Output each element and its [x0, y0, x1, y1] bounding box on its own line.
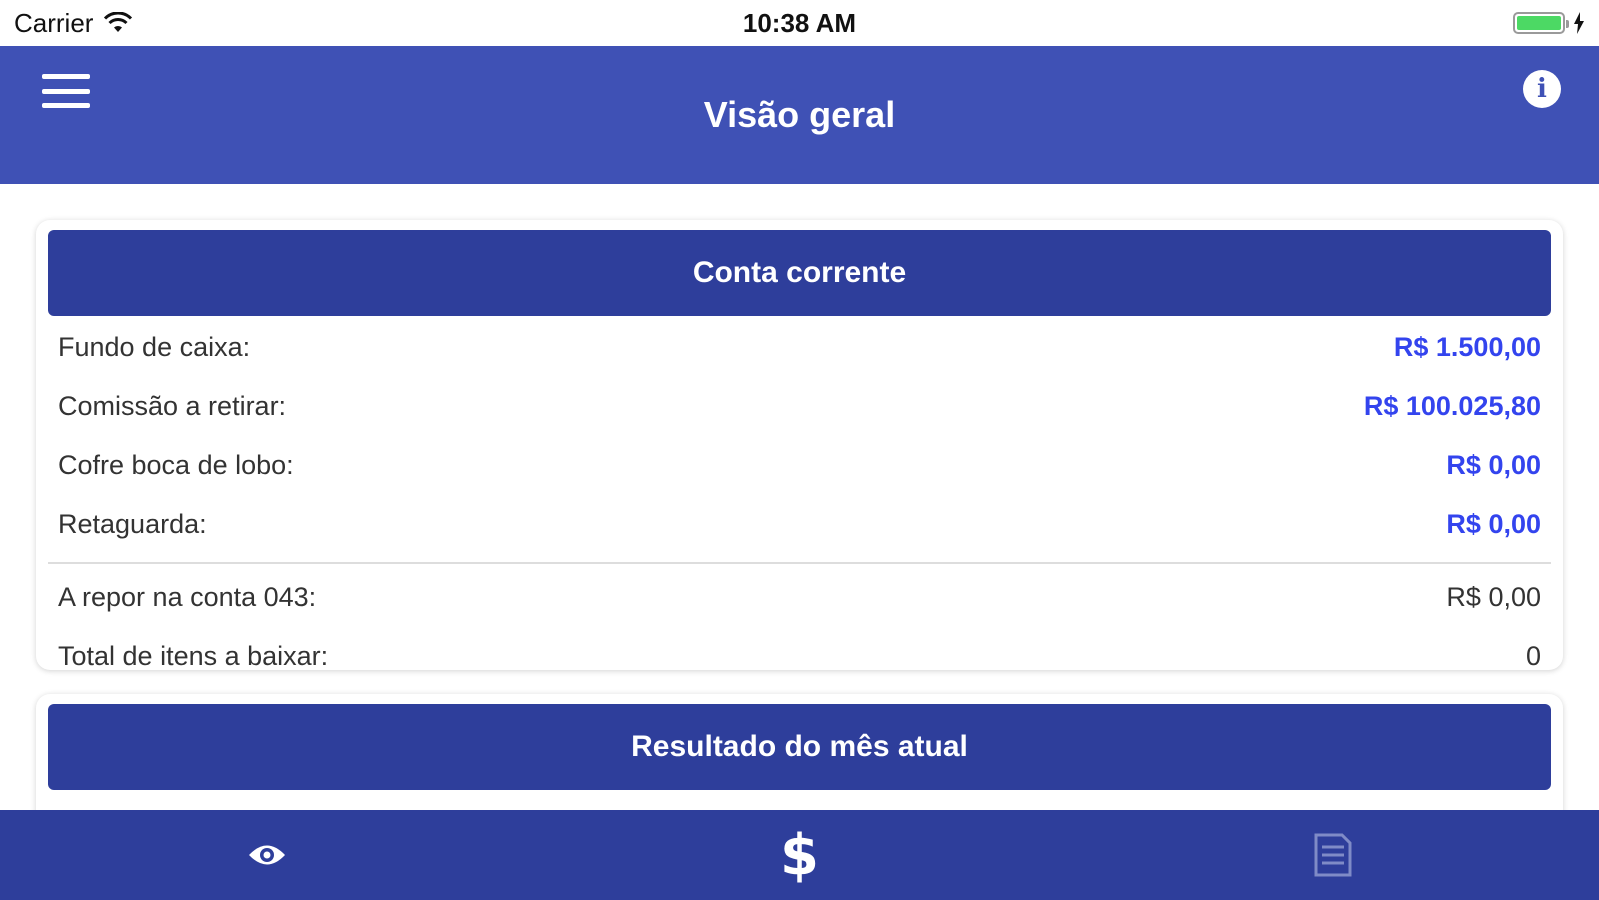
- battery-tip: [1566, 20, 1569, 28]
- row-value: 0: [1525, 641, 1541, 671]
- charging-bolt-icon: [1574, 12, 1584, 34]
- row-value: R$ 0,00: [1446, 450, 1541, 480]
- row-label: Cofre boca de lobo:: [58, 450, 294, 480]
- battery-icon: [1513, 12, 1569, 34]
- row-value: R$ 1.500,00: [1393, 332, 1541, 362]
- tab-overview[interactable]: [167, 810, 367, 900]
- tab-bar: $: [0, 810, 1599, 900]
- menu-line: [42, 74, 90, 79]
- tab-financial[interactable]: $: [700, 810, 900, 900]
- resultado-header: Resultado do mês atual: [48, 704, 1551, 790]
- conta-corrente-header: Conta corrente: [48, 230, 1551, 316]
- list-item: A repor na conta 043: R$ 0,00: [48, 568, 1551, 627]
- row-value: R$ 0,00: [1446, 582, 1541, 612]
- battery-fill: [1517, 16, 1561, 30]
- menu-icon[interactable]: [42, 74, 90, 108]
- conta-corrente-summary: A repor na conta 043: R$ 0,00 Total de i…: [48, 568, 1551, 686]
- conta-corrente-rows: Fundo de caixa: R$ 1.500,00 Comissão a r…: [48, 318, 1551, 554]
- list-item: Retaguarda: R$ 0,00: [48, 495, 1551, 554]
- status-time: 10:38 AM: [742, 7, 857, 38]
- document-icon: [1314, 833, 1351, 877]
- tab-reports[interactable]: [1233, 810, 1433, 900]
- list-item: Total de itens a baixar: 0: [48, 627, 1551, 686]
- page-title: Visão geral: [703, 94, 896, 135]
- status-left: Carrier: [14, 8, 133, 39]
- menu-line: [42, 88, 90, 94]
- wifi-icon: [104, 12, 133, 32]
- nav-bar: Visão geral: [0, 46, 1599, 184]
- menu-line: [42, 103, 90, 108]
- list-item: Fundo de caixa: R$ 1.500,00: [48, 318, 1551, 377]
- row-label: A repor na conta 043:: [58, 582, 317, 612]
- divider: [48, 562, 1551, 564]
- row-value: R$ 100.025,80: [1363, 391, 1541, 421]
- row-label: Comissão a retirar:: [58, 391, 287, 421]
- dollar-icon: $: [780, 822, 819, 888]
- status-right: [1513, 12, 1585, 34]
- status-bar: Carrier 10:38 AM: [0, 0, 1599, 46]
- list-item: Cofre boca de lobo: R$ 0,00: [48, 436, 1551, 495]
- info-icon[interactable]: i: [1523, 70, 1561, 108]
- list-item: Comissão a retirar: R$ 100.025,80: [48, 377, 1551, 436]
- eye-icon: [248, 845, 285, 865]
- carrier-label: Carrier: [14, 7, 94, 38]
- content-area[interactable]: Conta corrente Fundo de caixa: R$ 1.500,…: [0, 184, 1599, 810]
- conta-corrente-card: Conta corrente Fundo de caixa: R$ 1.500,…: [36, 220, 1563, 671]
- row-value: R$ 0,00: [1446, 509, 1541, 539]
- row-label: Retaguarda:: [58, 509, 207, 539]
- resultado-card: Resultado do mês atual: [36, 694, 1563, 810]
- row-label: Fundo de caixa:: [58, 332, 251, 362]
- row-label: Total de itens a baixar:: [58, 641, 329, 671]
